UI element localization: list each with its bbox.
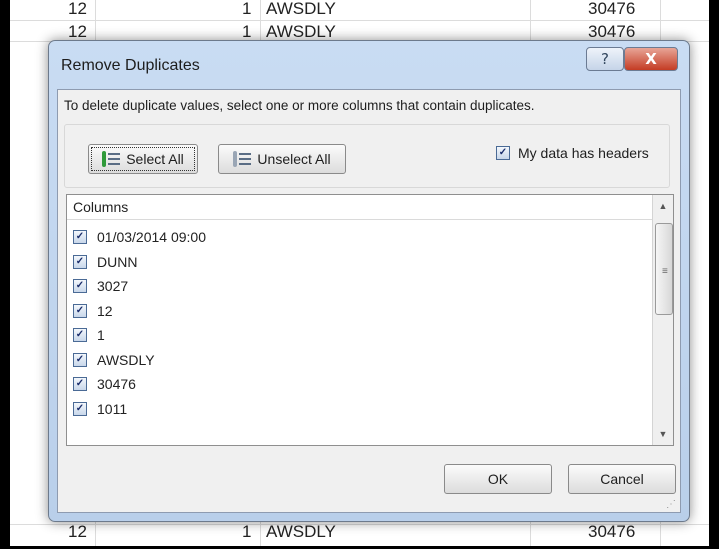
columns-header-label: Columns	[73, 199, 129, 215]
unselect-all-label: Unselect All	[257, 151, 331, 167]
cancel-button[interactable]: Cancel	[568, 464, 676, 494]
column-item-label: AWSDLY	[97, 351, 155, 368]
column-item[interactable]: ✓ 12	[67, 299, 206, 324]
scroll-up-arrow-icon[interactable]: ▲	[653, 197, 673, 215]
scroll-down-arrow-icon[interactable]: ▼	[653, 425, 673, 443]
cell-b-bottom[interactable]: 1	[242, 522, 251, 542]
cell-b-top[interactable]: 1	[242, 0, 251, 19]
cell-c-top[interactable]: AWSDLY	[266, 0, 336, 19]
cell-a-top[interactable]: 12	[68, 0, 87, 19]
scroll-thumb[interactable]: ≡	[655, 223, 673, 315]
column-item[interactable]: ✓ DUNN	[67, 250, 206, 275]
ok-button[interactable]: OK	[444, 464, 552, 494]
help-icon: ?	[601, 50, 609, 68]
vertical-scrollbar[interactable]: ▲ ≡ ▼	[652, 195, 673, 445]
column-item[interactable]: ✓ 1	[67, 323, 206, 348]
instruction-text: To delete duplicate values, select one o…	[64, 98, 535, 113]
column-item[interactable]: ✓ 01/03/2014 09:00	[67, 225, 206, 250]
cell-d-bottom[interactable]: 30476	[588, 522, 635, 542]
cancel-label: Cancel	[600, 471, 644, 487]
has-headers-checkbox[interactable]: ✓ My data has headers	[496, 145, 649, 161]
select-all-label: Select All	[126, 151, 184, 167]
cell-c-bottom[interactable]: AWSDLY	[266, 522, 336, 542]
resize-grip-icon[interactable]: ⋰	[666, 499, 676, 510]
column-item-label: 01/03/2014 09:00	[97, 229, 206, 246]
select-all-button[interactable]: Select All	[88, 144, 198, 174]
unselect-all-button[interactable]: Unselect All	[218, 144, 346, 174]
checkbox-icon[interactable]: ✓	[73, 377, 87, 392]
checkbox-icon[interactable]: ✓	[73, 352, 87, 367]
has-headers-label: My data has headers	[518, 145, 649, 161]
column-item[interactable]: ✓ 30476	[67, 372, 206, 397]
select-all-icon	[102, 151, 121, 167]
cell-d-second[interactable]: 30476	[588, 22, 635, 42]
cell-a-second[interactable]: 12	[68, 22, 87, 42]
ok-label: OK	[487, 471, 509, 487]
cell-c-second[interactable]: AWSDLY	[266, 22, 336, 42]
column-item-label: 1011	[97, 400, 128, 417]
close-button[interactable]: X	[624, 47, 678, 71]
cell-a-bottom[interactable]: 12	[68, 522, 87, 542]
column-item-label: 12	[97, 302, 113, 319]
checkbox-icon[interactable]: ✓	[73, 279, 87, 294]
close-icon: X	[645, 50, 657, 68]
checkbox-icon: ✓	[496, 146, 510, 160]
column-items: ✓ 01/03/2014 09:00 ✓ DUNN ✓ 3027 ✓ 12 ✓ 1 ✓ AWSDLY ✓…	[67, 225, 206, 421]
checkbox-icon[interactable]: ✓	[73, 254, 87, 269]
help-button[interactable]: ?	[586, 47, 624, 71]
columns-list[interactable]: Columns ✓ 01/03/2014 09:00 ✓ DUNN ✓ 3027 ✓ 12 ✓ 1…	[66, 194, 674, 446]
column-item[interactable]: ✓ 1011	[67, 397, 206, 422]
column-item[interactable]: ✓ AWSDLY	[67, 348, 206, 373]
checkbox-icon[interactable]: ✓	[73, 230, 87, 245]
column-item[interactable]: ✓ 3027	[67, 274, 206, 299]
dialog-body: To delete duplicate values, select one o…	[57, 89, 681, 513]
dialog-title: Remove Duplicates	[61, 57, 200, 74]
column-item-label: 30476	[97, 376, 136, 393]
checkbox-icon[interactable]: ✓	[73, 328, 87, 343]
checkbox-icon[interactable]: ✓	[73, 303, 87, 318]
checkbox-icon[interactable]: ✓	[73, 401, 87, 416]
remove-duplicates-dialog: Remove Duplicates ? X To delete duplicat…	[48, 40, 690, 522]
grip-icon: ≡	[662, 266, 668, 277]
unselect-all-icon	[233, 151, 252, 167]
columns-header: Columns	[67, 195, 673, 220]
column-item-label: 1	[97, 327, 105, 344]
column-item-label: DUNN	[97, 253, 138, 270]
column-item-label: 3027	[97, 278, 129, 295]
cell-d-top[interactable]: 30476	[588, 0, 635, 19]
cell-b-second[interactable]: 1	[242, 22, 251, 42]
